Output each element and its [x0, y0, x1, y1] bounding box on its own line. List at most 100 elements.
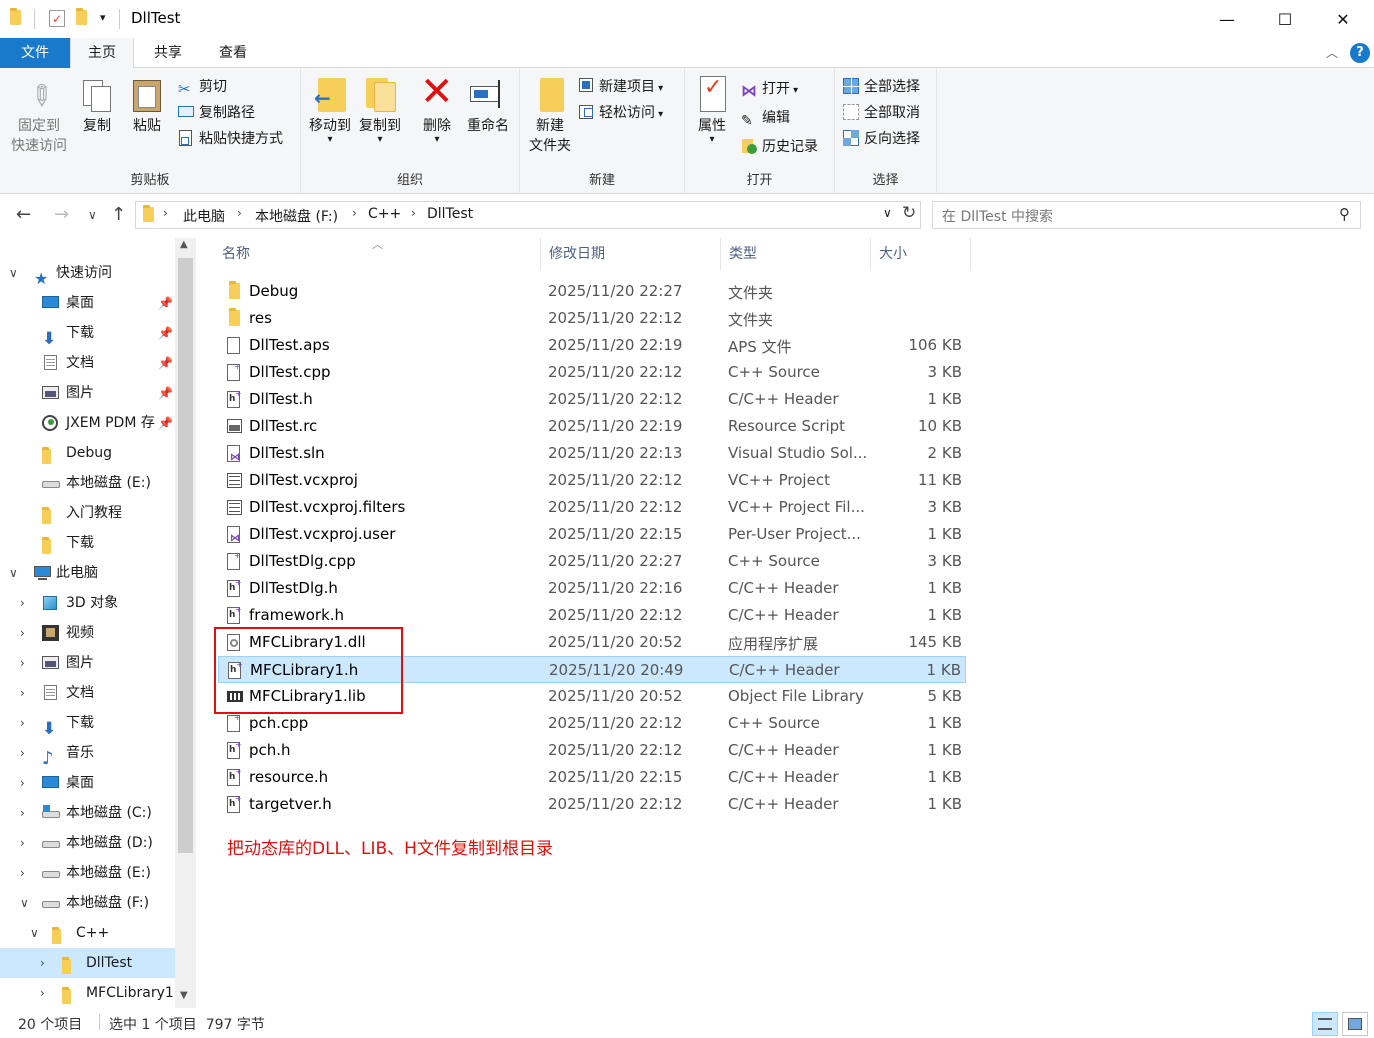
nav-item[interactable]: 图片 📌 — [0, 378, 175, 408]
paste-shortcut-button[interactable]: 粘贴快捷方式 — [178, 128, 283, 150]
open-button[interactable]: ⋈ 打开 ▾ — [741, 78, 798, 100]
nav-item[interactable]: JXEM PDM 存 📌 — [0, 408, 175, 438]
copy-button[interactable]: 复制 — [78, 74, 116, 136]
pin-icon[interactable]: 📌 — [158, 348, 173, 378]
file-row[interactable]: h + pch.h 2025/11/20 22:12 C/C++ Header 1 KB — [218, 737, 966, 764]
nav-item[interactable]: › 本地磁盘 (C:) — [0, 798, 175, 828]
nav-item[interactable]: 入门教程 — [0, 498, 175, 528]
expand-right-icon[interactable]: › — [20, 738, 25, 768]
details-view-button[interactable] — [1312, 1012, 1338, 1036]
expand-down-icon[interactable]: ∨ — [9, 258, 18, 288]
nav-item[interactable]: ∨ 本地磁盘 (F:) — [0, 888, 175, 918]
file-row[interactable]: h + DllTestDlg.h 2025/11/20 22:16 C/C++ Head… — [218, 575, 966, 602]
nav-item[interactable]: ⬇ 下载 📌 — [0, 318, 175, 348]
copy-path-button[interactable]: 复制路径 — [178, 102, 255, 124]
paste-button[interactable]: 粘贴 — [128, 74, 166, 136]
expand-right-icon[interactable]: › — [20, 798, 25, 828]
nav-item[interactable]: Debug — [0, 438, 175, 468]
nav-item[interactable]: › 文档 — [0, 678, 175, 708]
address-dropdown-icon[interactable]: ∨ — [883, 206, 892, 220]
expand-right-icon[interactable]: › — [20, 588, 25, 618]
help-icon[interactable]: ? — [1350, 43, 1370, 63]
column-header-size[interactable]: 大小 — [871, 238, 971, 270]
file-row[interactable]: Debug 2025/11/20 22:27 文件夹 — [218, 278, 966, 305]
breadcrumb-drive-f[interactable]: 本地磁盘 (F:) — [255, 206, 338, 226]
expand-right-icon[interactable]: › — [20, 828, 25, 858]
breadcrumb-this-pc[interactable]: 此电脑 — [183, 206, 225, 226]
maximize-button[interactable]: ☐ — [1256, 0, 1314, 38]
properties-quick-icon[interactable]: ✓ — [49, 10, 65, 27]
refresh-icon[interactable]: ↻ — [902, 203, 916, 223]
minimize-button[interactable]: — — [1198, 0, 1256, 38]
expand-right-icon[interactable]: › — [20, 858, 25, 888]
expand-right-icon[interactable]: › — [20, 678, 25, 708]
close-button[interactable]: ✕ — [1314, 0, 1372, 38]
file-row[interactable]: DllTest.rc 2025/11/20 22:19 Resource Scrip… — [218, 413, 966, 440]
expand-right-icon[interactable]: › — [20, 648, 25, 678]
nav-item[interactable]: › 视频 — [0, 618, 175, 648]
delete-button[interactable]: ✕ 删除 ▾ — [415, 69, 459, 145]
column-header-type[interactable]: 类型 — [721, 238, 871, 270]
file-row[interactable]: h + targetver.h 2025/11/20 22:12 C/C++ Heade… — [218, 791, 966, 818]
nav-item[interactable]: › 本地磁盘 (E:) — [0, 858, 175, 888]
file-row[interactable]: h + DllTest.h 2025/11/20 22:12 C/C++ Header 1… — [218, 386, 966, 413]
file-row[interactable]: DllTest.vcxproj.filters 2025/11/20 22:12 V… — [218, 494, 966, 521]
rename-button[interactable]: 重命名 — [461, 74, 515, 136]
edit-button[interactable]: ✎ 编辑 — [741, 107, 790, 129]
new-folder-button[interactable]: 新建 文件夹 — [524, 74, 576, 156]
back-button[interactable]: ← — [16, 204, 31, 225]
expand-right-icon[interactable]: › — [40, 948, 45, 978]
file-row[interactable]: h + resource.h 2025/11/20 22:15 C/C++ Header… — [218, 764, 966, 791]
expand-down-icon[interactable]: ∨ — [9, 558, 18, 588]
nav-item[interactable]: › 3D 对象 — [0, 588, 175, 618]
search-input[interactable]: 在 DllTest 中搜索 ⚲ — [932, 201, 1361, 229]
nav-scrollbar[interactable]: ▲ ▼ — [175, 238, 196, 1008]
file-row[interactable]: + pch.cpp 2025/11/20 22:12 C++ Source 1 KB — [218, 710, 966, 737]
file-row[interactable]: h + framework.h 2025/11/20 22:12 C/C++ Heade… — [218, 602, 966, 629]
collapse-ribbon-icon[interactable]: ︿ — [1326, 44, 1338, 61]
pin-quick-access-button[interactable]: ✎ 固定到 快速访问 — [6, 74, 72, 156]
nav-item[interactable]: 桌面 📌 — [0, 288, 175, 318]
nav-item[interactable]: 文档 📌 — [0, 348, 175, 378]
new-item-button[interactable]: 新建项目 ▾ — [578, 76, 663, 98]
tab-home[interactable]: 主页 — [70, 38, 134, 69]
recent-locations-button[interactable]: ∨ — [88, 208, 97, 222]
nav-item[interactable]: 本地磁盘 (E:) — [0, 468, 175, 498]
new-folder-quick-icon[interactable] — [76, 8, 87, 28]
file-row[interactable]: DllTest.aps 2025/11/20 22:19 APS 文件 106 KB — [218, 332, 966, 359]
customize-quick-access-icon[interactable]: ▾ — [100, 11, 106, 24]
pin-icon[interactable]: 📌 — [158, 378, 173, 408]
file-row[interactable]: ⋈ DllTest.vcxproj.user 2025/11/20 22:15 Per… — [218, 521, 966, 548]
nav-item[interactable]: 下载 — [0, 528, 175, 558]
file-row[interactable]: ⋈ DllTest.sln 2025/11/20 22:13 Visual Studi… — [218, 440, 966, 467]
cut-button[interactable]: ✂ 剪切 — [178, 76, 227, 98]
breadcrumb-dlltest[interactable]: DllTest — [427, 206, 473, 222]
file-row[interactable]: + DllTest.cpp 2025/11/20 22:12 C++ Source 3 … — [218, 359, 966, 386]
select-all-button[interactable]: 全部选择 — [843, 76, 920, 98]
expand-down-icon[interactable]: ∨ — [20, 888, 29, 918]
pin-icon[interactable]: 📌 — [158, 318, 173, 348]
large-icons-view-button[interactable] — [1342, 1012, 1368, 1036]
tab-share[interactable]: 共享 — [137, 38, 199, 68]
address-bar[interactable]: › 此电脑 › 本地磁盘 (F:) › C++ › DllTest ∨ ↻ — [135, 201, 921, 229]
expand-right-icon[interactable]: › — [20, 618, 25, 648]
tab-view[interactable]: 查看 — [202, 38, 264, 68]
expand-right-icon[interactable]: › — [40, 978, 45, 1006]
breadcrumb-cpp[interactable]: C++ — [368, 206, 401, 222]
tab-file[interactable]: 文件 — [0, 38, 70, 68]
nav-item[interactable]: › ⬇ 下载 — [0, 708, 175, 738]
nav-item[interactable]: › MFCLibrary1 — [0, 978, 175, 1006]
nav-item[interactable]: ∨ 此电脑 — [0, 558, 175, 588]
move-to-button[interactable]: ← 移动到 ▾ — [305, 74, 355, 145]
history-button[interactable]: 历史记录 — [741, 136, 818, 158]
nav-item[interactable]: ∨ ★ 快速访问 — [0, 258, 175, 288]
column-header-date[interactable]: 修改日期 — [541, 238, 721, 270]
pin-icon[interactable]: 📌 — [158, 288, 173, 318]
scroll-up-icon[interactable]: ▲ — [180, 239, 188, 250]
up-button[interactable]: ↑ — [111, 204, 126, 225]
select-none-button[interactable]: 全部取消 — [843, 102, 920, 124]
copy-to-button[interactable]: 复制到 ▾ — [355, 74, 405, 145]
nav-item[interactable]: › 本地磁盘 (D:) — [0, 828, 175, 858]
nav-scrollbar-thumb[interactable] — [178, 258, 193, 853]
expand-down-icon[interactable]: ∨ — [30, 918, 39, 948]
